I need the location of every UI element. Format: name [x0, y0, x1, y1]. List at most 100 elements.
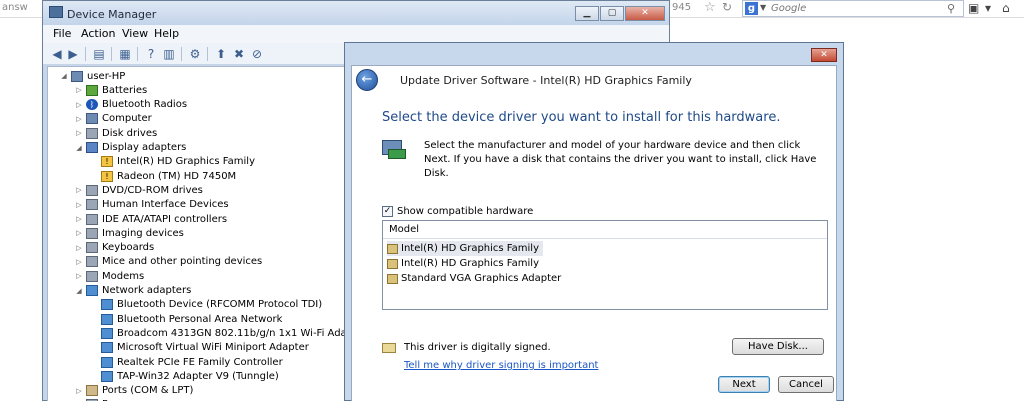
- back-button[interactable]: ←: [356, 69, 378, 91]
- expand-arrow-icon[interactable]: ▷: [75, 129, 83, 137]
- tree-item[interactable]: ◢ user-HP: [60, 69, 125, 83]
- show-compatible-row[interactable]: ✓ Show compatible hardware: [382, 206, 533, 217]
- menu-file[interactable]: File: [53, 27, 71, 40]
- collapse-arrow-icon[interactable]: ◢: [75, 144, 83, 152]
- tree-item[interactable]: Bluetooth Device (RFCOMM Protocol TDI): [90, 298, 322, 312]
- tree-item[interactable]: ▷ Disk drives: [75, 126, 157, 140]
- driver-icon: [387, 258, 398, 269]
- expand-arrow-icon[interactable]: ▷: [75, 258, 83, 266]
- next-button[interactable]: Next: [718, 376, 770, 393]
- model-label: Intel(R) HD Graphics Family: [401, 243, 539, 254]
- battery-icon: [86, 84, 98, 96]
- tree-item[interactable]: ▷ Modems: [75, 269, 144, 283]
- toolbar-separator: [181, 47, 182, 61]
- home-icon[interactable]: ⌂: [1002, 1, 1018, 15]
- tree-item[interactable]: Bluetooth Personal Area Network: [90, 312, 282, 326]
- tree-item-label: Bluetooth Device (RFCOMM Protocol TDI): [117, 299, 323, 311]
- expand-arrow-icon[interactable]: ▷: [75, 115, 83, 123]
- tree-item[interactable]: ◢ Display adapters: [75, 141, 186, 155]
- tree-item[interactable]: ▷ Batteries: [75, 83, 147, 97]
- disable-device-icon[interactable]: ⊘: [249, 46, 265, 62]
- mouse-icon: [86, 256, 98, 268]
- view-icon[interactable]: ▥: [161, 46, 177, 62]
- expand-arrow-icon[interactable]: ▷: [75, 387, 83, 395]
- network-icon: [86, 285, 98, 296]
- model-list-item[interactable]: Intel(R) HD Graphics Family: [387, 241, 543, 256]
- model-list-header[interactable]: Model: [383, 221, 827, 239]
- expand-arrow-icon[interactable]: ▷: [75, 186, 83, 194]
- expand-arrow-icon[interactable]: ▷: [75, 215, 83, 223]
- tree-item[interactable]: ▷ Computer: [75, 112, 152, 126]
- menu-action[interactable]: Action: [81, 27, 115, 40]
- browser-url-fragment[interactable]: answ: [2, 2, 28, 13]
- tree-item[interactable]: ▷ Human Interface Devices: [75, 198, 229, 212]
- close-button[interactable]: ✕: [625, 6, 665, 21]
- update-driver-client-area: ← Update Driver Software - Intel(R) HD G…: [351, 65, 837, 401]
- tree-item[interactable]: Microsoft Virtual WiFi Miniport Adapter: [90, 341, 309, 355]
- device-manager-titlebar[interactable]: Device Manager ▁ ▢ ✕: [43, 1, 669, 25]
- model-list-item[interactable]: Standard VGA Graphics Adapter: [387, 271, 565, 286]
- update-driver-icon[interactable]: ⬆: [213, 46, 229, 62]
- downloads-icon[interactable]: ▾: [985, 1, 1001, 15]
- expand-arrow-icon[interactable]: ▷: [75, 201, 83, 209]
- tree-item[interactable]: ▷ Imaging devices: [75, 226, 184, 240]
- browser-search-box[interactable]: g ▼ Google ⚲: [742, 0, 964, 17]
- maximize-button[interactable]: ▢: [600, 6, 624, 21]
- toolbar-separator: [111, 47, 112, 61]
- dialog-heading: Select the device driver you want to ins…: [382, 110, 781, 125]
- search-icon[interactable]: ⚲: [947, 2, 955, 15]
- expand-arrow-icon[interactable]: ▷: [75, 86, 83, 94]
- reload-icon[interactable]: ↻: [722, 0, 732, 14]
- menu-help[interactable]: Help: [154, 27, 179, 40]
- network-icon: [101, 313, 113, 325]
- bookmarks-icon[interactable]: ▣: [968, 1, 984, 15]
- tree-item[interactable]: ▷ Mice and other pointing devices: [75, 255, 262, 269]
- tree-item[interactable]: ▷ Keyboards: [75, 241, 154, 255]
- search-engine-dropdown-icon[interactable]: ▼: [760, 3, 766, 12]
- have-disk-button[interactable]: Have Disk...: [732, 338, 824, 355]
- expand-arrow-icon[interactable]: ▷: [75, 272, 83, 280]
- collapse-arrow-icon[interactable]: ◢: [60, 72, 68, 80]
- dialog-close-button[interactable]: ✕: [811, 48, 837, 62]
- tree-item[interactable]: ▷ DVD/CD-ROM drives: [75, 183, 203, 197]
- modem-icon: [86, 270, 98, 282]
- browser-url-fragment-right[interactable]: 945: [672, 2, 691, 13]
- back-arrow-icon[interactable]: ◀: [49, 46, 65, 62]
- tree-item-label: Disk drives: [102, 127, 158, 139]
- tree-item-label: Batteries: [102, 84, 148, 96]
- show-compatible-label[interactable]: Show compatible hardware: [397, 206, 533, 217]
- tree-item[interactable]: ▷ Ports (COM & LPT): [75, 384, 193, 398]
- tree-item-label: Display adapters: [102, 142, 187, 153]
- help-icon[interactable]: ?: [143, 46, 159, 62]
- collapse-arrow-icon[interactable]: ◢: [75, 287, 83, 295]
- properties-icon[interactable]: ▦: [117, 46, 133, 62]
- tree-item[interactable]: ! Radeon (TM) HD 7450M: [90, 169, 236, 183]
- tree-item[interactable]: Realtek PCIe FE Family Controller: [90, 355, 283, 369]
- expand-arrow-icon[interactable]: ▷: [75, 244, 83, 252]
- scan-hardware-icon[interactable]: ⚙: [187, 46, 203, 62]
- tree-item[interactable]: ▷ ᛒ Bluetooth Radios: [75, 98, 187, 112]
- warning-device-icon: !: [101, 170, 113, 182]
- bookmark-star-icon[interactable]: ☆: [704, 0, 716, 15]
- tree-item[interactable]: Broadcom 4313GN 802.11b/g/n 1x1 Wi-Fi Ad…: [90, 326, 367, 340]
- tree-item-label: Human Interface Devices: [102, 199, 229, 211]
- driver-icon: [387, 273, 398, 284]
- menu-view[interactable]: View: [122, 27, 148, 40]
- forward-arrow-icon[interactable]: ▶: [65, 46, 81, 62]
- tree-item[interactable]: ! Intel(R) HD Graphics Family: [90, 155, 255, 169]
- driver-signing-link[interactable]: Tell me why driver signing is important: [404, 360, 598, 371]
- tree-item[interactable]: TAP-Win32 Adapter V9 (Tunngle): [90, 369, 279, 383]
- dialog-titlebar[interactable]: [345, 43, 805, 63]
- google-icon[interactable]: g: [745, 2, 758, 15]
- uninstall-icon[interactable]: ✖: [231, 46, 247, 62]
- tree-item[interactable]: ◢ Network adapters: [75, 284, 191, 298]
- minimize-button[interactable]: ▁: [575, 6, 599, 21]
- model-list-item[interactable]: Intel(R) HD Graphics Family: [387, 256, 543, 271]
- cancel-button[interactable]: Cancel: [778, 376, 834, 393]
- expand-arrow-icon[interactable]: ▷: [75, 101, 83, 109]
- tree-item-label: Microsoft Virtual WiFi Miniport Adapter: [117, 342, 309, 354]
- show-compatible-checkbox[interactable]: ✓: [382, 206, 393, 217]
- show-hide-tree-icon[interactable]: ▤: [91, 46, 107, 62]
- tree-item[interactable]: ▷ IDE ATA/ATAPI controllers: [75, 212, 227, 226]
- expand-arrow-icon[interactable]: ▷: [75, 229, 83, 237]
